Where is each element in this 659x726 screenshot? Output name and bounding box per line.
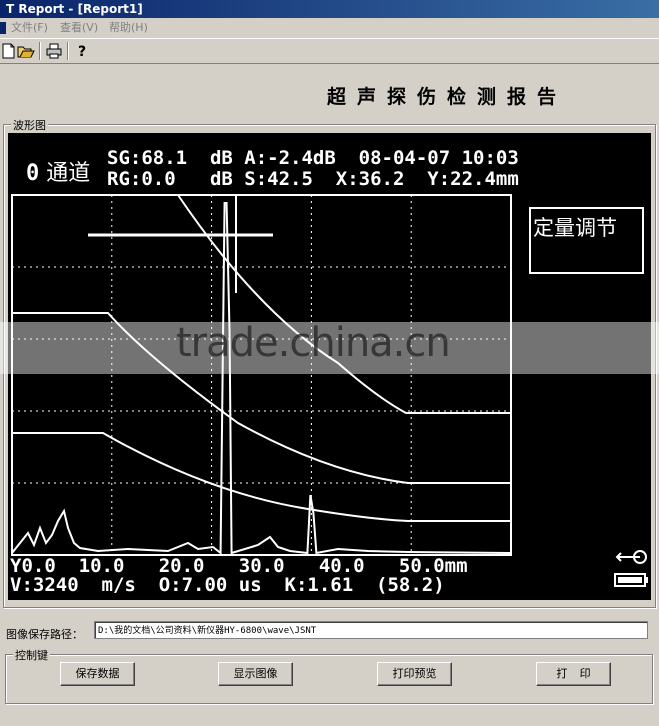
print-button[interactable]: 打 印 [536, 662, 611, 686]
title-bar: T Report - [Report1] [0, 0, 659, 18]
channel-number: 0 [26, 161, 40, 186]
readout-line-2: RG:0.0 dB S:42.5 X:36.2 Y:22.4mm [107, 168, 519, 190]
window-title: T Report - [Report1] [6, 2, 143, 16]
ascan-trace [11, 202, 512, 556]
quant-adjust-box[interactable]: 定量调节 [529, 207, 644, 274]
menu-view[interactable]: 查看(V) [60, 18, 98, 38]
report-title: 超声探伤检测报告 [327, 86, 568, 108]
probe-battery-icons [614, 550, 648, 587]
show-image-button[interactable]: 显示图像 [218, 662, 293, 686]
save-path-label: 图像保存路径： [6, 628, 83, 641]
system-menu-icon[interactable] [0, 22, 6, 34]
menu-bar: 文件(F) 查看(V) 帮助(H) [0, 18, 659, 38]
print-preview-button[interactable]: 打印预览 [377, 662, 452, 686]
dac-curve-lower [12, 432, 511, 522]
readout-line-1: SG:68.1 dB A:-2.4dB 08-04-07 10:03 [107, 147, 519, 169]
menu-file[interactable]: 文件(F) [11, 18, 48, 38]
save-path-field[interactable]: D:\我的文档\公司资料\新仪器HY-6800\wave\JSNT [94, 621, 648, 639]
plot-frame [11, 194, 512, 556]
help-icon[interactable]: ? [73, 42, 91, 60]
save-data-button[interactable]: 保存数据 [60, 662, 135, 686]
open-folder-icon[interactable] [17, 42, 35, 60]
menu-help[interactable]: 帮助(H) [109, 18, 148, 38]
waveform-group-label: 波形图 [11, 117, 48, 133]
toolbar-separator [67, 42, 69, 60]
controls-group-label: 控制键 [13, 647, 50, 663]
print-icon[interactable] [45, 42, 63, 60]
settings-line: V:3240 m/s O:7.00 us K:1.61 (58.2) [10, 574, 445, 596]
toolbar-separator [39, 42, 41, 60]
new-file-icon[interactable] [0, 42, 18, 60]
toolbar: ? [0, 38, 659, 64]
channel-indicator: 0 通道 [26, 155, 90, 187]
quant-adjust-label: 定量调节 [533, 216, 617, 240]
channel-label: 通道 [46, 161, 91, 186]
svg-text:?: ? [78, 44, 86, 60]
watermark-text: trade.china.cn [176, 320, 451, 366]
